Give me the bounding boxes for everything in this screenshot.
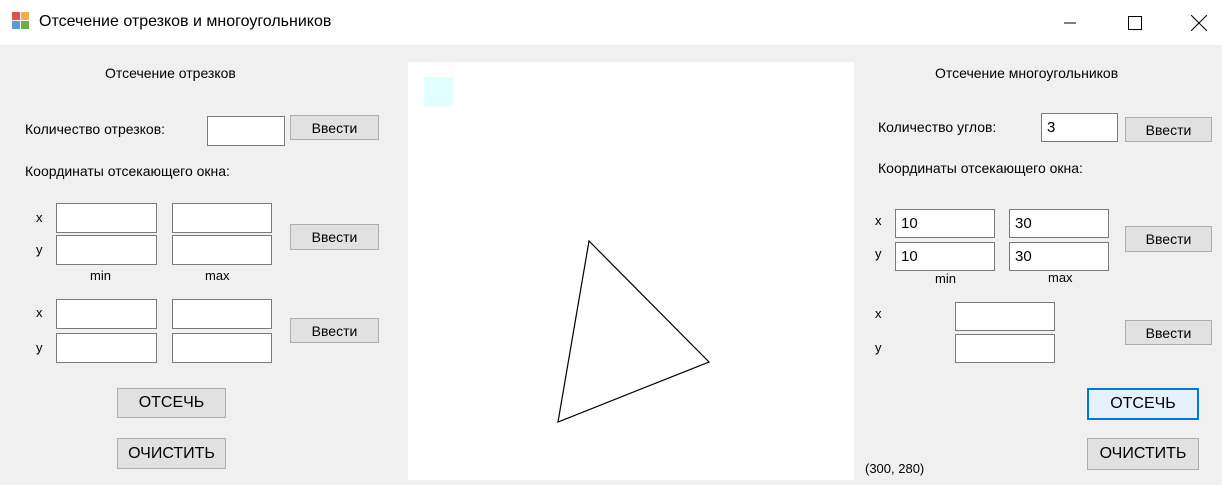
segment-window-x-label: x xyxy=(36,210,43,225)
vertex-y-label: y xyxy=(875,340,882,355)
vertex-count-label: Количество углов: xyxy=(878,119,997,135)
minimize-button[interactable] xyxy=(1047,0,1093,45)
segment-window-xmin-input[interactable] xyxy=(56,203,157,233)
app-icon xyxy=(12,12,30,30)
segment-clipping-heading: Отсечение отрезков xyxy=(105,65,236,81)
polygon-window-submit-button[interactable]: Ввести xyxy=(1125,226,1212,252)
segment-window-xmax-input[interactable] xyxy=(172,203,272,233)
polygon-window-xmin-input[interactable]: 10 xyxy=(895,209,995,238)
vertex-count-submit-button[interactable]: Ввести xyxy=(1125,117,1212,142)
polygon-clear-button[interactable]: ОЧИСТИТЬ xyxy=(1087,438,1199,470)
segment-count-input[interactable] xyxy=(207,116,285,146)
polygon-window-y-label: y xyxy=(875,246,882,261)
segment-window-ymax-input[interactable] xyxy=(172,235,272,265)
segment-clear-button[interactable]: ОЧИСТИТЬ xyxy=(117,438,226,469)
close-icon xyxy=(1191,14,1207,31)
vertex-x-label: x xyxy=(875,306,882,321)
segment-x1-input[interactable] xyxy=(56,299,157,329)
maximize-button[interactable] xyxy=(1112,0,1158,45)
segment-count-label: Количество отрезков: xyxy=(25,121,166,137)
segment-count-submit-button[interactable]: Ввести xyxy=(290,115,379,140)
drawing-canvas[interactable] xyxy=(408,62,854,480)
minimize-icon xyxy=(1064,22,1076,23)
segment-y1-input[interactable] xyxy=(56,333,157,363)
segment-point-x-label: x xyxy=(36,305,43,320)
segment-window-min-label: min xyxy=(90,268,111,283)
segment-add-submit-button[interactable]: Ввести xyxy=(290,318,379,343)
vertex-count-input[interactable]: 3 xyxy=(1041,113,1118,142)
window-title: Отсечение отрезков и многоугольников xyxy=(39,13,332,30)
polygon-drawing xyxy=(557,239,711,423)
maximize-icon xyxy=(1128,15,1142,30)
close-button[interactable] xyxy=(1176,0,1222,45)
segment-window-max-label: max xyxy=(205,268,230,283)
vertex-y-input[interactable] xyxy=(955,334,1055,363)
polygon-window-x-label: x xyxy=(875,213,882,228)
segment-x2-input[interactable] xyxy=(172,299,272,329)
segment-y2-input[interactable] xyxy=(172,333,272,363)
title-bar: Отсечение отрезков и многоугольников xyxy=(0,0,1222,45)
vertex-x-input[interactable] xyxy=(955,302,1055,331)
polygon-clip-button[interactable]: ОТСЕЧЬ xyxy=(1087,388,1199,420)
segment-window-submit-button[interactable]: Ввести xyxy=(290,224,379,250)
polygon-window-ymin-input[interactable]: 10 xyxy=(895,242,995,271)
segment-window-ymin-input[interactable] xyxy=(56,235,157,265)
segment-window-coords-label: Координаты отсекающего окна: xyxy=(25,163,230,179)
polygon-shape xyxy=(557,239,711,423)
cursor-coordinates-readout: (300, 280) xyxy=(865,461,925,476)
polygon-window-ymax-input[interactable]: 30 xyxy=(1009,242,1109,271)
segment-window-y-label: y xyxy=(36,242,43,257)
polygon-window-xmax-input[interactable]: 30 xyxy=(1009,209,1109,238)
segment-clip-button[interactable]: ОТСЕЧЬ xyxy=(117,388,226,418)
polygon-window-min-label: min xyxy=(935,271,956,286)
polygon-window-coords-label: Координаты отсекающего окна: xyxy=(878,160,1083,176)
vertex-submit-button[interactable]: Ввести xyxy=(1125,320,1212,345)
segment-point-y-label: y xyxy=(36,340,43,355)
polygon-clipping-heading: Отсечение многоугольников xyxy=(935,65,1119,81)
polygon-window-max-label: max xyxy=(1048,270,1073,285)
